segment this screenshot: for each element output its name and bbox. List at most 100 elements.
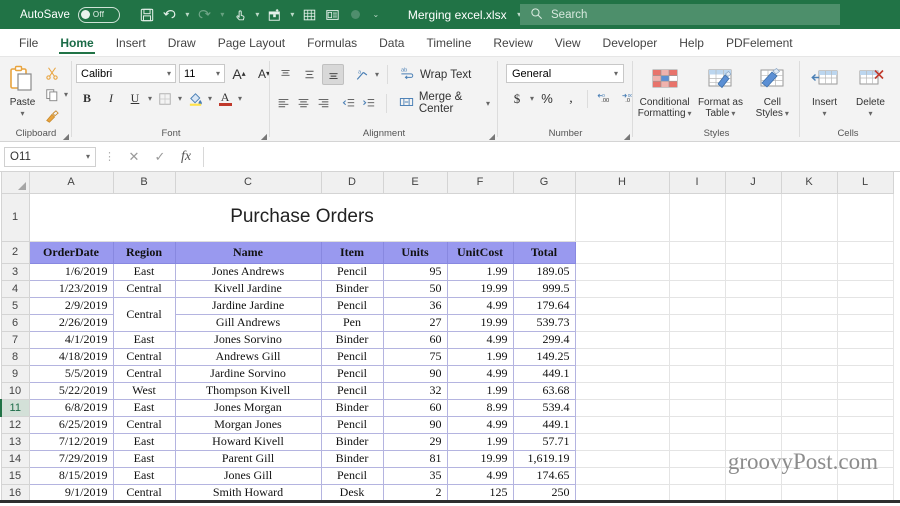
spreadsheet-grid[interactable]: A B C D E F G H I J K L 1 Purchase Order… — [0, 172, 900, 503]
cell-units[interactable]: 90 — [382, 364, 448, 383]
column-header-e[interactable]: E — [382, 172, 448, 194]
cell-unitcost[interactable]: 4.99 — [446, 415, 514, 434]
cell-j[interactable] — [724, 483, 782, 502]
record-icon[interactable] — [345, 4, 367, 26]
cell-name[interactable]: Jones Gill — [174, 466, 322, 485]
table-icon[interactable] — [299, 4, 321, 26]
cell-i[interactable] — [668, 364, 726, 383]
cell-k[interactable] — [780, 398, 838, 417]
align-top-button[interactable] — [274, 64, 296, 85]
cell-unitcost[interactable]: 19.99 — [446, 279, 514, 298]
cell-orderdate[interactable]: 4/1/2019 — [28, 330, 114, 349]
font-color-button[interactable]: A — [214, 88, 236, 109]
cell-name[interactable]: Jones Sorvino — [174, 330, 322, 349]
cell-total[interactable]: 449.1 — [512, 364, 576, 383]
cell-name[interactable]: Kivell Jardine — [174, 279, 322, 298]
cell-l[interactable] — [836, 313, 894, 332]
cell-k[interactable] — [780, 279, 838, 298]
tab-timeline[interactable]: Timeline — [415, 29, 482, 56]
cell-units[interactable]: 35 — [382, 466, 448, 485]
increase-font-size-button[interactable]: A ▴ — [228, 63, 250, 84]
paste-dropdown-icon[interactable]: ▾ — [20, 108, 24, 119]
cell-region-merged[interactable]: Central — [112, 296, 176, 332]
cell-i[interactable] — [668, 296, 726, 315]
cell-k2[interactable] — [780, 240, 838, 264]
wrap-text-button[interactable]: ab Wrap Text — [396, 64, 475, 85]
tab-file[interactable]: File — [8, 29, 49, 56]
row-header-11-selected[interactable]: 11 — [0, 398, 30, 417]
cell-region[interactable]: Central — [112, 364, 176, 383]
cell-unitcost[interactable]: 4.99 — [446, 330, 514, 349]
cell-item[interactable]: Pen — [320, 313, 384, 332]
cell-l[interactable] — [836, 296, 894, 315]
cell-j1[interactable] — [724, 192, 782, 242]
cell-orderdate[interactable]: 2/9/2019 — [28, 296, 114, 315]
format-painter-button[interactable] — [41, 106, 63, 127]
cell-l1[interactable] — [836, 192, 894, 242]
italic-button[interactable]: I — [100, 88, 122, 109]
cell-orderdate[interactable]: 1/23/2019 — [28, 279, 114, 298]
undo-dropdown-icon[interactable]: ▾ — [182, 10, 193, 19]
cell-item[interactable]: Pencil — [320, 381, 384, 400]
cell-name[interactable]: Jones Andrews — [174, 262, 322, 281]
cell-i[interactable] — [668, 449, 726, 468]
cell-item[interactable]: Pencil — [320, 466, 384, 485]
cell-unitcost[interactable]: 8.99 — [446, 398, 514, 417]
cell-units[interactable]: 27 — [382, 313, 448, 332]
column-header-h[interactable]: H — [574, 172, 670, 194]
insert-cells-button[interactable]: Insert ▾ — [804, 60, 845, 119]
align-bottom-button[interactable] — [322, 64, 344, 85]
cell-styles-dropdown-icon[interactable]: ▾ — [785, 108, 789, 119]
autosave-toggle[interactable]: Off — [77, 6, 120, 23]
cell-orderdate[interactable]: 9/1/2019 — [28, 483, 114, 502]
fill-color-dropdown-icon[interactable]: ▾ — [208, 94, 212, 103]
cell-orderdate[interactable]: 7/29/2019 — [28, 449, 114, 468]
row-header-12[interactable]: 12 — [0, 415, 30, 434]
cell-h[interactable] — [574, 347, 670, 366]
cell-i[interactable] — [668, 381, 726, 400]
cell-i[interactable] — [668, 466, 726, 485]
cell-units[interactable]: 90 — [382, 415, 448, 434]
insert-function-icon[interactable]: fx — [173, 149, 199, 165]
cancel-entry-icon[interactable]: ✕ — [121, 149, 147, 165]
cell-item[interactable]: Pencil — [320, 262, 384, 281]
redo-icon[interactable] — [194, 4, 216, 26]
underline-button[interactable]: U — [124, 88, 146, 109]
redo-dropdown-icon[interactable]: ▾ — [217, 10, 228, 19]
cell-name[interactable]: Andrews Gill — [174, 347, 322, 366]
cell-orderdate[interactable]: 6/8/2019 — [28, 398, 114, 417]
cell-h[interactable] — [574, 296, 670, 315]
new-sheet-icon[interactable] — [264, 4, 286, 26]
cell-unitcost[interactable]: 1.99 — [446, 262, 514, 281]
column-header-a[interactable]: A — [28, 172, 114, 194]
tab-data[interactable]: Data — [368, 29, 415, 56]
cell-k[interactable] — [780, 262, 838, 281]
row-header-8[interactable]: 8 — [0, 347, 30, 366]
cell-l[interactable] — [836, 347, 894, 366]
row-header-6[interactable]: 6 — [0, 313, 30, 332]
cell-i[interactable] — [668, 398, 726, 417]
cell-region[interactable]: East — [112, 466, 176, 485]
cell-h[interactable] — [574, 483, 670, 502]
form-icon[interactable] — [322, 4, 344, 26]
col-header-region[interactable]: Region — [112, 240, 176, 264]
tab-pdfelement[interactable]: PDFelement — [715, 29, 804, 56]
cell-h[interactable] — [574, 449, 670, 468]
select-all-corner[interactable] — [0, 172, 30, 194]
cell-name[interactable]: Parent Gill — [174, 449, 322, 468]
cell-i[interactable] — [668, 432, 726, 451]
column-header-c[interactable]: C — [174, 172, 322, 194]
document-title[interactable]: Merging excel.xlsx ▾ — [408, 8, 525, 22]
increase-decimal-button[interactable]: .00 0 — [593, 88, 615, 109]
number-format-select[interactable]: General ▾ — [506, 64, 624, 83]
cell-k[interactable] — [780, 330, 838, 349]
cell-i[interactable] — [668, 415, 726, 434]
row-header-7[interactable]: 7 — [0, 330, 30, 349]
col-header-total[interactable]: Total — [512, 240, 576, 264]
orientation-button[interactable]: a — [351, 64, 373, 85]
row-header-13[interactable]: 13 — [0, 432, 30, 451]
col-header-name[interactable]: Name — [174, 240, 322, 264]
cell-units[interactable]: 29 — [382, 432, 448, 451]
cell-total[interactable]: 179.64 — [512, 296, 576, 315]
cell-total[interactable]: 539.4 — [512, 398, 576, 417]
